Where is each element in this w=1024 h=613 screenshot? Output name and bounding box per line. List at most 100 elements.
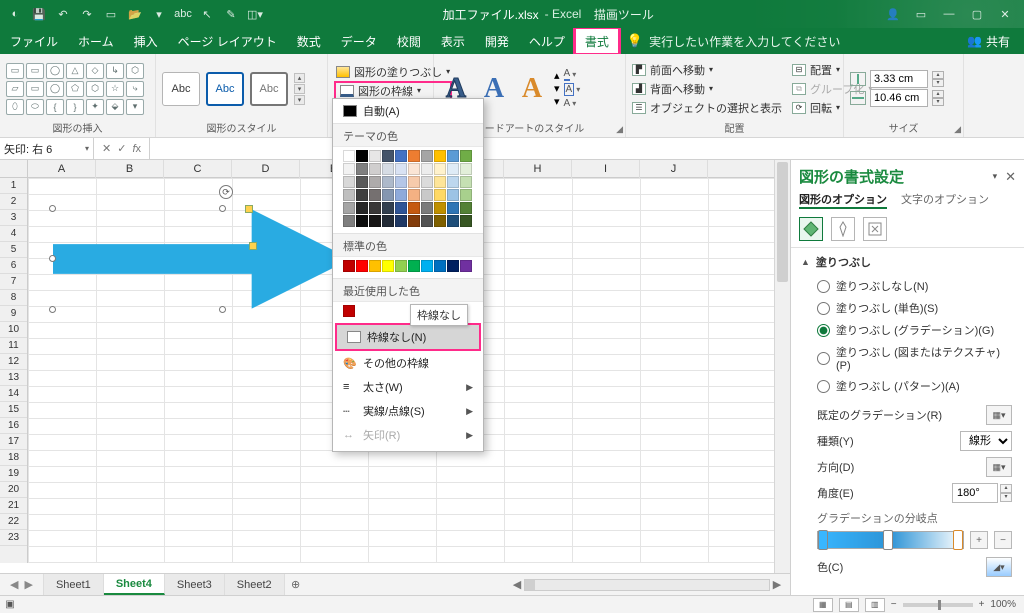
standard-color-palette[interactable]	[333, 257, 483, 278]
fill-pattern-radio[interactable]: 塗りつぶし (パターン)(A)	[817, 378, 1014, 394]
pane-close-icon[interactable]: ✕	[1005, 169, 1016, 185]
dialog-launcher-icon[interactable]: ◢	[616, 124, 623, 135]
sheet-tab[interactable]: Sheet1	[44, 574, 104, 595]
style-preset[interactable]: Abc	[250, 72, 288, 106]
tab-text-options[interactable]: 文字のオプション	[901, 191, 989, 209]
redo-icon[interactable]: ↷	[78, 5, 96, 23]
row-headers[interactable]: 1234567891011121314151617181920212223	[0, 178, 28, 563]
undo-icon[interactable]: ↶	[54, 5, 72, 23]
add-stop-icon[interactable]: +	[970, 531, 988, 549]
fill-section-toggle[interactable]: ▲塗りつぶし	[791, 248, 1024, 276]
style-preset[interactable]: Abc	[206, 72, 244, 106]
gradient-type[interactable]: 種類(Y)線形	[791, 428, 1024, 454]
outline-auto[interactable]: 自動(A)	[333, 99, 483, 123]
cat-effects-icon[interactable]	[831, 217, 855, 241]
zoom-slider[interactable]	[903, 603, 973, 607]
shape-style-gallery[interactable]: Abc Abc Abc ▴▾▾	[162, 72, 305, 106]
outline-more-colors[interactable]: 🎨その他の枠線	[333, 351, 483, 375]
cat-size-icon[interactable]	[863, 217, 887, 241]
font-icon[interactable]: abc	[174, 5, 192, 23]
sheet-tab[interactable]: Sheet4	[104, 574, 165, 595]
brush-icon[interactable]: ✎	[222, 5, 240, 23]
enter-icon[interactable]: ✓	[117, 142, 126, 155]
autosave-icon[interactable]: ◐	[6, 5, 24, 23]
pane-options-icon[interactable]: ▾	[993, 171, 998, 182]
sheet-tab[interactable]: Sheet3	[165, 574, 225, 595]
close-icon[interactable]: ✕	[996, 5, 1014, 23]
formula-input[interactable]	[150, 138, 1024, 159]
minimize-icon[interactable]: —	[940, 5, 958, 23]
outline-weight[interactable]: ≡太さ(W)▶	[333, 375, 483, 399]
zoom-in-icon[interactable]: +	[979, 599, 985, 610]
zoom-out-icon[interactable]: −	[891, 599, 897, 610]
rotate-handle[interactable]: ⟳	[219, 185, 233, 199]
gradient-direction[interactable]: 方向(D)▦▾	[791, 454, 1024, 480]
theme-color-palette[interactable]	[333, 147, 483, 233]
fx-icon[interactable]: fx	[132, 143, 141, 155]
sheet-nav[interactable]: ◀▶	[0, 574, 44, 595]
adjust-handle[interactable]	[249, 242, 257, 250]
fill-gradient-radio[interactable]: 塗りつぶし (グラデーション)(G)	[817, 322, 1014, 338]
ribbon-display-icon[interactable]: ▭	[912, 5, 930, 23]
save-icon[interactable]: 💾	[30, 5, 48, 23]
cat-fill-line-icon[interactable]	[799, 217, 823, 241]
select-all-corner[interactable]	[0, 160, 28, 178]
adjust-handle[interactable]	[245, 205, 253, 213]
bring-forward-button[interactable]: ▛前面へ移動 ▾	[632, 61, 782, 79]
record-macro-icon[interactable]: ▣	[0, 599, 20, 610]
gradient-angle[interactable]: 角度(E)▴▾	[791, 480, 1024, 506]
view-normal-icon[interactable]: ▦	[813, 598, 833, 612]
fill-solid-radio[interactable]: 塗りつぶし (単色)(S)	[817, 300, 1014, 316]
shapes-gallery[interactable]: ▭▭◯△◇↳⬡ ▱▭◯⬠⬡☆⤷ ⬯⬭{}✦⬙▾	[6, 63, 144, 115]
maximize-icon[interactable]: ▢	[968, 5, 986, 23]
color-icon[interactable]: ◫▾	[246, 5, 264, 23]
share-button[interactable]: 👥 共有	[953, 28, 1024, 54]
preset-gradient[interactable]: 既定のグラデーション(R)▦▾	[791, 402, 1024, 428]
tab-view[interactable]: 表示	[431, 28, 475, 54]
gallery-scroll[interactable]: ▴▾▾	[294, 73, 305, 105]
tab-file[interactable]: ファイル	[0, 28, 68, 54]
tab-formulas[interactable]: 数式	[287, 28, 331, 54]
outline-none[interactable]: 枠線なし(N)	[335, 323, 481, 351]
selection-pane-button[interactable]: ☰オブジェクトの選択と表示	[632, 99, 782, 117]
zoom-value[interactable]: 100%	[990, 599, 1016, 610]
gallery-scroll[interactable]: ▴▾▾	[554, 69, 560, 108]
style-preset[interactable]: Abc	[162, 72, 200, 106]
send-backward-button[interactable]: ▟背面へ移動 ▾	[632, 80, 782, 98]
qat-more-icon[interactable]: ▾	[150, 5, 168, 23]
horizontal-scrollbar[interactable]: ◀▶	[510, 574, 790, 595]
tab-help[interactable]: ヘルプ	[519, 28, 575, 54]
zoom-control[interactable]: − + 100%	[891, 599, 1016, 610]
outline-dashes[interactable]: ┄実線/点線(S)▶	[333, 399, 483, 423]
tab-data[interactable]: データ	[331, 28, 387, 54]
tab-review[interactable]: 校閲	[387, 28, 431, 54]
add-sheet-button[interactable]: ⊕	[285, 574, 307, 595]
tab-home[interactable]: ホーム	[68, 28, 124, 54]
tab-insert[interactable]: 挿入	[124, 28, 168, 54]
tab-shape-options[interactable]: 図形のオプション	[799, 191, 887, 209]
view-page-layout-icon[interactable]: ▤	[839, 598, 859, 612]
remove-stop-icon[interactable]: −	[994, 531, 1012, 549]
vertical-scrollbar[interactable]	[774, 160, 790, 573]
cursor-icon[interactable]: ↖	[198, 5, 216, 23]
sheet-tab[interactable]: Sheet2	[225, 574, 285, 595]
new-icon[interactable]: ▭	[102, 5, 120, 23]
open-icon[interactable]: 📂	[126, 5, 144, 23]
fill-picture-radio[interactable]: 塗りつぶし (図またはテクスチャ)(P)	[817, 344, 1014, 372]
tab-format[interactable]: 書式	[575, 28, 619, 54]
outline-arrows[interactable]: ↔矢印(R)▶	[333, 423, 483, 447]
gradient-stops[interactable]: + −	[817, 530, 1012, 550]
cancel-icon[interactable]: ✕	[102, 142, 111, 155]
height-input[interactable]: ▴▾	[850, 70, 944, 88]
wordart-options[interactable]: A▾ A▾ A▾	[564, 68, 581, 109]
selected-shape-arrow[interactable]: ⟳	[53, 209, 351, 309]
tab-layout[interactable]: ページ レイアウト	[168, 28, 287, 54]
fill-none-radio[interactable]: 塗りつぶしなし(N)	[817, 278, 1014, 294]
width-input[interactable]: ▴▾	[850, 89, 944, 107]
view-page-break-icon[interactable]: ▥	[865, 598, 885, 612]
tell-me[interactable]: 💡 実行したい作業を入力してください	[627, 28, 953, 54]
name-box[interactable]: 矢印: 右 6▾	[0, 138, 94, 159]
account-icon[interactable]: 👤	[884, 5, 902, 23]
gradient-color[interactable]: 色(C)◢▾	[791, 554, 1024, 580]
dialog-launcher-icon[interactable]: ◢	[954, 124, 961, 135]
